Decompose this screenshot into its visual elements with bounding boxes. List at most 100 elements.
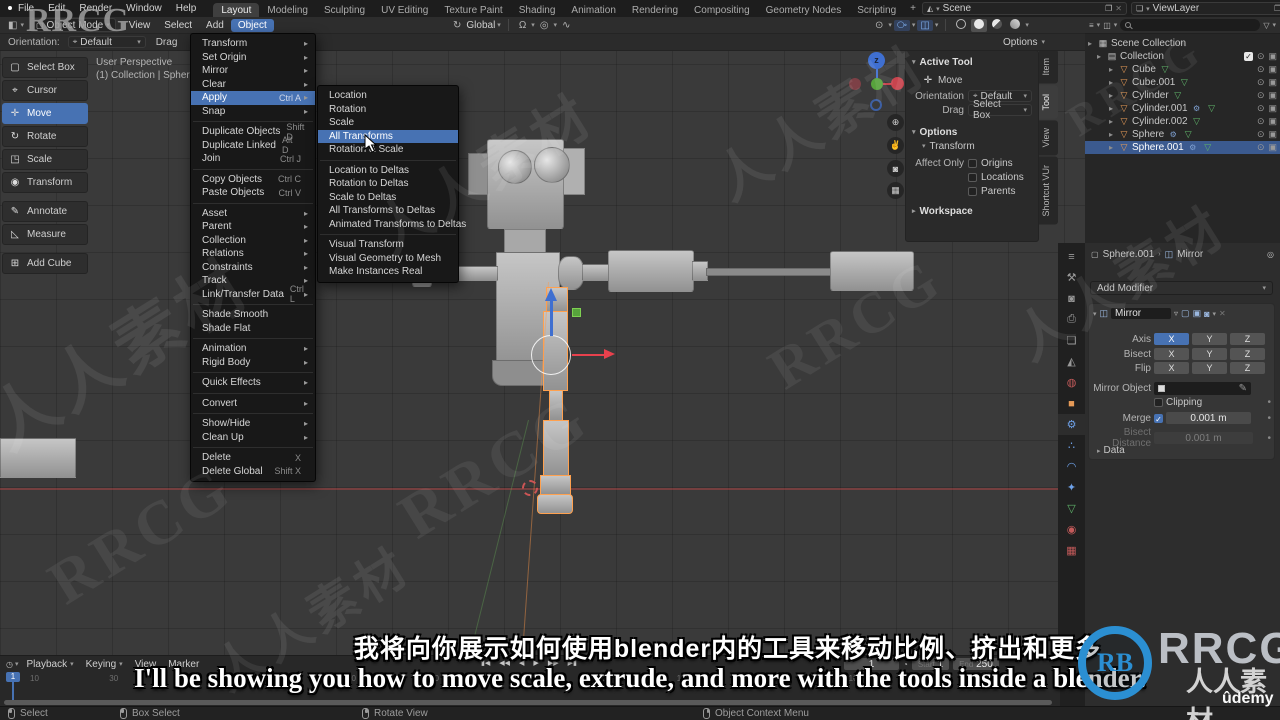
disclosure-arrow[interactable]: ▸ — [1109, 117, 1118, 126]
viewport-menu-item[interactable]: Add — [199, 19, 231, 32]
shading-material-icon[interactable] — [989, 18, 1005, 32]
disclosure-arrow[interactable]: ▸ — [1109, 78, 1118, 87]
workspace-tab[interactable]: Texture Paint — [436, 3, 510, 17]
object-menu-item[interactable]: Paste Objects Ctrl V — [191, 186, 315, 200]
flip-z-button[interactable]: Z — [1230, 362, 1265, 374]
disable-render-camera-icon[interactable]: ▣ — [1268, 129, 1277, 140]
outliner-display-mode-icon[interactable]: ◫ — [1103, 21, 1111, 30]
workspace-tab[interactable]: Scripting — [849, 3, 904, 17]
robot-shoulder-right[interactable] — [558, 256, 584, 290]
outliner-row[interactable]: ▸ ▦ ▤ ▽ Sphere.001 ⚙ ▽ ✓ ⊙ ▣ — [1085, 141, 1280, 154]
options-button[interactable]: Options ▾ — [1003, 37, 1045, 48]
apply-menu-item[interactable]: All Transforms to Deltas — [318, 204, 458, 218]
origins-checkbox[interactable] — [968, 158, 977, 168]
pin-icon[interactable]: ◎ — [1267, 250, 1274, 259]
tool-button[interactable]: ⌖ Cursor — [2, 80, 88, 101]
merge-value-field[interactable]: 0.001 m — [1166, 412, 1251, 424]
realtime-toggle-icon[interactable]: ▢ — [1181, 308, 1190, 319]
sidebar-drag-dropdown[interactable]: Select Box ▾ — [968, 99, 1032, 121]
workspace-tab[interactable]: Rendering — [624, 3, 686, 17]
hide-eye-icon[interactable]: ⊙ — [1257, 116, 1265, 127]
axis-z-button[interactable]: Z — [1230, 333, 1265, 345]
disable-render-camera-icon[interactable]: ▣ — [1268, 77, 1277, 88]
object-menu-item[interactable]: Duplicate Linked Alt D — [191, 135, 315, 155]
disclosure-arrow[interactable]: ▸ — [1088, 39, 1097, 48]
scene-selector[interactable]: ◭ ▾ Scene ❐ ✕ — [921, 2, 1127, 15]
properties-tab-icon[interactable]: ⚙ — [1058, 414, 1085, 435]
hide-eye-icon[interactable]: ⊙ — [1257, 103, 1265, 114]
apply-menu-item[interactable] — [318, 231, 458, 238]
object-menu-item[interactable]: Asset — [191, 207, 315, 221]
sidebar-tab[interactable]: Tool — [1039, 85, 1058, 119]
outliner-row[interactable]: ▸ ▦ ▤ ▽ Collection ⚙ ▽ ✓ ⊙ ▣ — [1085, 50, 1280, 63]
disclosure-arrow[interactable]: ▸ — [1097, 52, 1106, 61]
apply-menu-item[interactable]: Location — [318, 89, 458, 103]
object-menu-item[interactable]: Set Origin — [191, 51, 315, 65]
workspace-tab[interactable]: UV Editing — [373, 3, 436, 17]
bisect-x-button[interactable]: X — [1154, 348, 1189, 360]
apply-menu-item[interactable]: Location to Deltas — [318, 164, 458, 178]
clipping-checkbox[interactable] — [1154, 398, 1163, 407]
object-menu-item[interactable] — [191, 444, 315, 451]
panel-collapse-arrow[interactable]: ▾ — [1093, 310, 1097, 318]
object-menu-item[interactable] — [191, 200, 315, 207]
tool-button[interactable]: ◺ Measure — [2, 224, 88, 245]
properties-tab-icon[interactable]: ✦ — [1058, 477, 1085, 498]
data-section-arrow[interactable]: ▸ — [1097, 447, 1101, 455]
robot-arm-right[interactable] — [582, 264, 610, 281]
object-menu-item[interactable]: Quick Effects — [191, 376, 315, 390]
apply-menu-item[interactable]: All Transforms — [318, 129, 458, 143]
nav-z-ball[interactable]: z — [868, 52, 885, 69]
eyedropper-icon[interactable]: ✎ — [1239, 383, 1247, 394]
disable-render-camera-icon[interactable]: ▣ — [1268, 116, 1277, 127]
selected-leg-lower[interactable] — [543, 420, 569, 476]
outliner-filter-icon[interactable]: ▽ — [1263, 21, 1269, 30]
gizmo-x-arrowhead[interactable] — [604, 349, 615, 359]
object-menu-item[interactable]: Apply Ctrl A — [191, 91, 315, 105]
tool-button[interactable]: ▢ Select Box — [2, 57, 88, 78]
proportional-editing-icon[interactable]: ◎ — [537, 20, 552, 31]
robot-arm-piece-left-edge[interactable] — [0, 438, 76, 478]
disclosure-arrow[interactable]: ▸ — [1109, 104, 1118, 113]
bisect-y-button[interactable]: Y — [1192, 348, 1227, 360]
orientation-dropdown[interactable]: Global — [466, 20, 495, 31]
outliner-row[interactable]: ▸ ▦ ▤ ▽ Cylinder ⚙ ▽ ✓ ⊙ ▣ — [1085, 89, 1280, 102]
object-menu-item[interactable]: Clear — [191, 78, 315, 92]
properties-tab-icon[interactable]: ◠ — [1058, 456, 1085, 477]
outliner-row[interactable]: ▸ ▦ ▤ ▽ Cylinder.002 ⚙ ▽ ✓ ⊙ ▣ — [1085, 115, 1280, 128]
hide-eye-icon[interactable]: ⊙ — [1257, 77, 1265, 88]
shading-wireframe-icon[interactable] — [953, 18, 969, 32]
apply-menu-item[interactable]: Rotation & Scale — [318, 143, 458, 157]
unlink-scene-icon[interactable]: ✕ — [1115, 4, 1122, 13]
tool-button[interactable]: ◉ Transform — [2, 172, 88, 193]
outliner-row[interactable]: ▸ ▦ ▤ ▽ Scene Collection ⚙ ▽ ✓ ⊙ ▣ — [1085, 37, 1280, 50]
nav-x-neg-ball[interactable] — [849, 78, 861, 90]
disable-render-camera-icon[interactable]: ▣ — [1268, 90, 1277, 101]
workspace-tab[interactable]: Sculpting — [316, 3, 373, 17]
properties-tab-icon[interactable]: ◙ — [1058, 288, 1085, 309]
zoom-icon[interactable]: ⊕ — [887, 114, 904, 131]
object-menu-item[interactable]: Constraints — [191, 261, 315, 275]
outliner-editor-icon[interactable]: ≡ — [1089, 21, 1094, 30]
flip-y-button[interactable]: Y — [1192, 362, 1227, 374]
timeline-scrollbar[interactable] — [4, 700, 1052, 705]
viewport-menu-item[interactable]: Select — [157, 19, 199, 32]
object-menu-item[interactable]: Join Ctrl J — [191, 152, 315, 166]
delete-modifier-icon[interactable]: ✕ — [1219, 309, 1226, 318]
apply-menu-item[interactable] — [318, 157, 458, 164]
active-tool-header[interactable]: Active Tool — [920, 57, 973, 68]
parents-checkbox[interactable] — [968, 186, 977, 196]
tool-button[interactable]: ◳ Scale — [2, 149, 88, 170]
properties-tab-icon[interactable]: ■ — [1058, 393, 1085, 414]
breadcrumb-modifier[interactable]: Mirror — [1177, 249, 1203, 260]
pan-hand-icon[interactable]: ✌ — [887, 137, 904, 154]
workspace-tab[interactable]: Compositing — [686, 3, 758, 17]
outliner-row[interactable]: ▸ ▦ ▤ ▽ Cube.001 ⚙ ▽ ✓ ⊙ ▣ — [1085, 76, 1280, 89]
camera-view-icon[interactable]: ◙ — [887, 160, 904, 177]
render-toggle-icon[interactable]: ◙ — [1204, 309, 1209, 319]
object-menu-item[interactable] — [191, 390, 315, 397]
tool-button[interactable]: ✛ Move — [2, 103, 88, 124]
apply-menu-item[interactable]: Visual Transform — [318, 238, 458, 252]
shading-solid-icon[interactable] — [971, 18, 988, 32]
object-menu-item[interactable] — [191, 335, 315, 342]
